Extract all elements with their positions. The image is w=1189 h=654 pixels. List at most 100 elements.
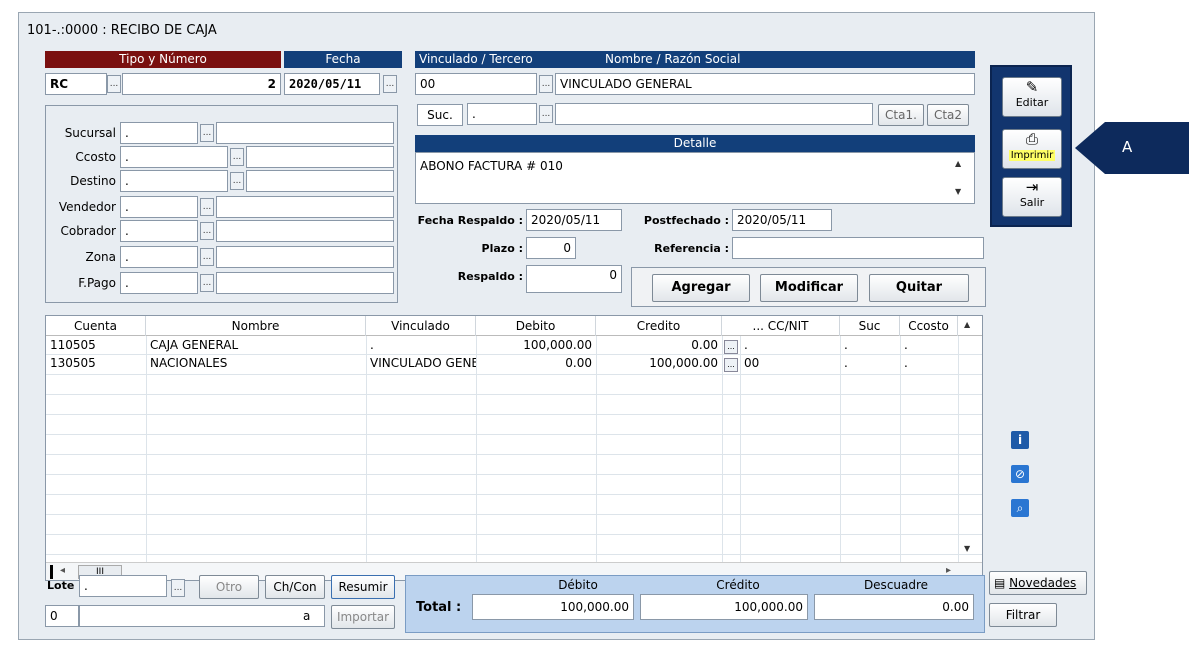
suc-label: Suc. (417, 104, 463, 126)
lote-lookup-button[interactable]: ... (171, 579, 185, 597)
cta1-button[interactable]: Cta1. (878, 104, 924, 126)
grid-scroll-down-icon[interactable]: ▼ (964, 544, 970, 553)
grid-scroll-up-icon[interactable]: ▲ (964, 320, 970, 329)
table-row[interactable]: 130505 NACIONALES VINCULADO GENE 0.00 100,00… (46, 354, 956, 372)
field-ccosto-name (246, 146, 394, 168)
range-end-field[interactable] (79, 605, 325, 627)
grid-row-line (46, 474, 982, 475)
printer-icon: ⎙ (1025, 130, 1038, 148)
quitar-button[interactable]: Quitar (869, 274, 969, 302)
detalle-textarea[interactable]: ABONO FACTURA # 010 (415, 152, 975, 204)
search-icon[interactable]: ⌕ (1011, 499, 1029, 517)
lote-field[interactable]: . (79, 575, 167, 597)
field-cobrador-name (216, 220, 394, 242)
field-ccosto-lookup-button[interactable]: ... (230, 148, 244, 166)
importar-button[interactable]: Importar (331, 605, 395, 629)
suc-name-field (555, 103, 873, 125)
field-ccosto-code[interactable]: . (120, 146, 228, 168)
imprimir-button[interactable]: ⎙ Imprimir (1002, 129, 1062, 169)
debito-total-field: 100,000.00 (472, 594, 634, 620)
respaldo-field[interactable]: 0 (526, 265, 622, 293)
cta2-button[interactable]: Cta2 (927, 104, 969, 126)
detalle-header: Detalle (415, 135, 975, 152)
total-label: Total : (416, 600, 462, 615)
grid-col-header-3[interactable]: Debito (476, 316, 596, 336)
range-start-field[interactable]: 0 (45, 605, 79, 627)
grid-col-header-4[interactable]: Credito (596, 316, 722, 336)
suc-field[interactable]: . (467, 103, 537, 125)
attachment-icon[interactable]: ⊘ (1011, 465, 1029, 483)
edit-icon: ✎ (1025, 78, 1039, 96)
info-icon[interactable]: i (1011, 431, 1029, 449)
tipo-field[interactable]: RC (45, 73, 107, 95)
grid-header: Cuenta Nombre Vinculado Debito Credito... CC… (46, 316, 982, 336)
grid-col-header-2[interactable]: Vinculado (366, 316, 476, 336)
salir-button[interactable]: ⇥ Salir (1002, 177, 1062, 217)
field-zona-code[interactable]: . (120, 246, 198, 268)
field-fpago-code[interactable]: . (120, 272, 198, 294)
main-toolbar: ✎ Editar ⎙ Imprimir ⇥ Salir (990, 65, 1072, 227)
grid-col-header-6[interactable]: Suc (840, 316, 900, 336)
nombre-header-label: Nombre / Razón Social (605, 52, 741, 66)
grid-row-line (46, 414, 982, 415)
field-cobrador-code[interactable]: . (120, 220, 198, 242)
cell-suc: . (844, 356, 848, 370)
grid-scroll-left-icon[interactable]: ◂ (60, 565, 65, 576)
grid-row-line (46, 554, 982, 555)
modificar-button[interactable]: Modificar (760, 274, 858, 302)
cell-suc: . (844, 338, 848, 352)
field-vendedor-name (216, 196, 394, 218)
field-vendedor-lookup-button[interactable]: ... (200, 198, 214, 216)
detalle-scroll-up-icon[interactable]: ▲ (955, 159, 961, 168)
grid-col-header-5[interactable]: ... CC/NIT (722, 316, 840, 336)
field-cobrador-lookup-button[interactable]: ... (200, 222, 214, 240)
chcon-button[interactable]: Ch/Con (265, 575, 325, 599)
cell-lookup-button[interactable]: ... (722, 354, 740, 372)
numero-field[interactable]: 2 (122, 73, 281, 95)
resumir-button[interactable]: Resumir (331, 575, 395, 599)
cell-vinculado: VINCULADO GENE (370, 356, 476, 370)
editar-button[interactable]: ✎ Editar (1002, 77, 1062, 117)
field-fpago-lookup-button[interactable]: ... (200, 274, 214, 292)
referencia-label: Referencia : (654, 242, 729, 255)
cell-debito: 0.00 (565, 356, 592, 370)
vinculado-lookup-button[interactable]: ... (539, 75, 553, 93)
grid-col-header-1[interactable]: Nombre (146, 316, 366, 336)
filtrar-button[interactable]: Filtrar (989, 603, 1057, 627)
postfechado-field[interactable]: 2020/05/11 (732, 209, 832, 231)
grid-col-header-0[interactable]: Cuenta (46, 316, 146, 336)
grid-row-line (46, 514, 982, 515)
fecha-picker-button[interactable]: ... (383, 75, 397, 93)
field-sucursal-lookup-button[interactable]: ... (200, 124, 214, 142)
imprimir-label: Imprimir (1008, 150, 1056, 161)
agregar-button[interactable]: Agregar (652, 274, 750, 302)
tipo-lookup-button[interactable]: ... (107, 75, 121, 93)
grid-row-line (46, 494, 982, 495)
field-sucursal-code[interactable]: . (120, 122, 198, 144)
cell-ccosto: . (904, 338, 908, 352)
plazo-field[interactable]: 0 (526, 237, 576, 259)
field-destino-lookup-button[interactable]: ... (230, 172, 244, 190)
field-zona-lookup-button[interactable]: ... (200, 248, 214, 266)
range-a-label: a (303, 609, 311, 623)
debito-total-label: Débito (558, 578, 598, 592)
cell-credito: 0.00 (691, 338, 718, 352)
grid-row-line (46, 394, 982, 395)
fecha-respaldo-field[interactable]: 2020/05/11 (526, 209, 622, 231)
cell-cuenta: 110505 (50, 338, 96, 352)
novedades-button[interactable]: ▤ Novedades (989, 571, 1087, 595)
nombre-field[interactable]: VINCULADO GENERAL (555, 73, 975, 95)
referencia-field[interactable] (732, 237, 984, 259)
vinculado-field[interactable]: 00 (415, 73, 537, 95)
suc-lookup-button[interactable]: ... (539, 105, 553, 123)
grid-col-header-7[interactable]: Ccosto (900, 316, 958, 336)
fecha-field[interactable]: 2020/05/11 (284, 73, 380, 95)
entries-grid[interactable]: Cuenta Nombre Vinculado Debito Credito... CC… (45, 315, 983, 581)
field-destino-code[interactable]: . (120, 170, 228, 192)
table-row[interactable]: 110505 CAJA GENERAL. 100,000.00 0.00...... (46, 336, 956, 354)
cell-lookup-button[interactable]: ... (722, 336, 740, 354)
otro-button[interactable]: Otro (199, 575, 259, 599)
field-vendedor-code[interactable]: . (120, 196, 198, 218)
detalle-scroll-down-icon[interactable]: ▼ (955, 187, 961, 196)
vinculado-header: Vinculado / Tercero Nombre / Razón Socia… (415, 51, 975, 68)
